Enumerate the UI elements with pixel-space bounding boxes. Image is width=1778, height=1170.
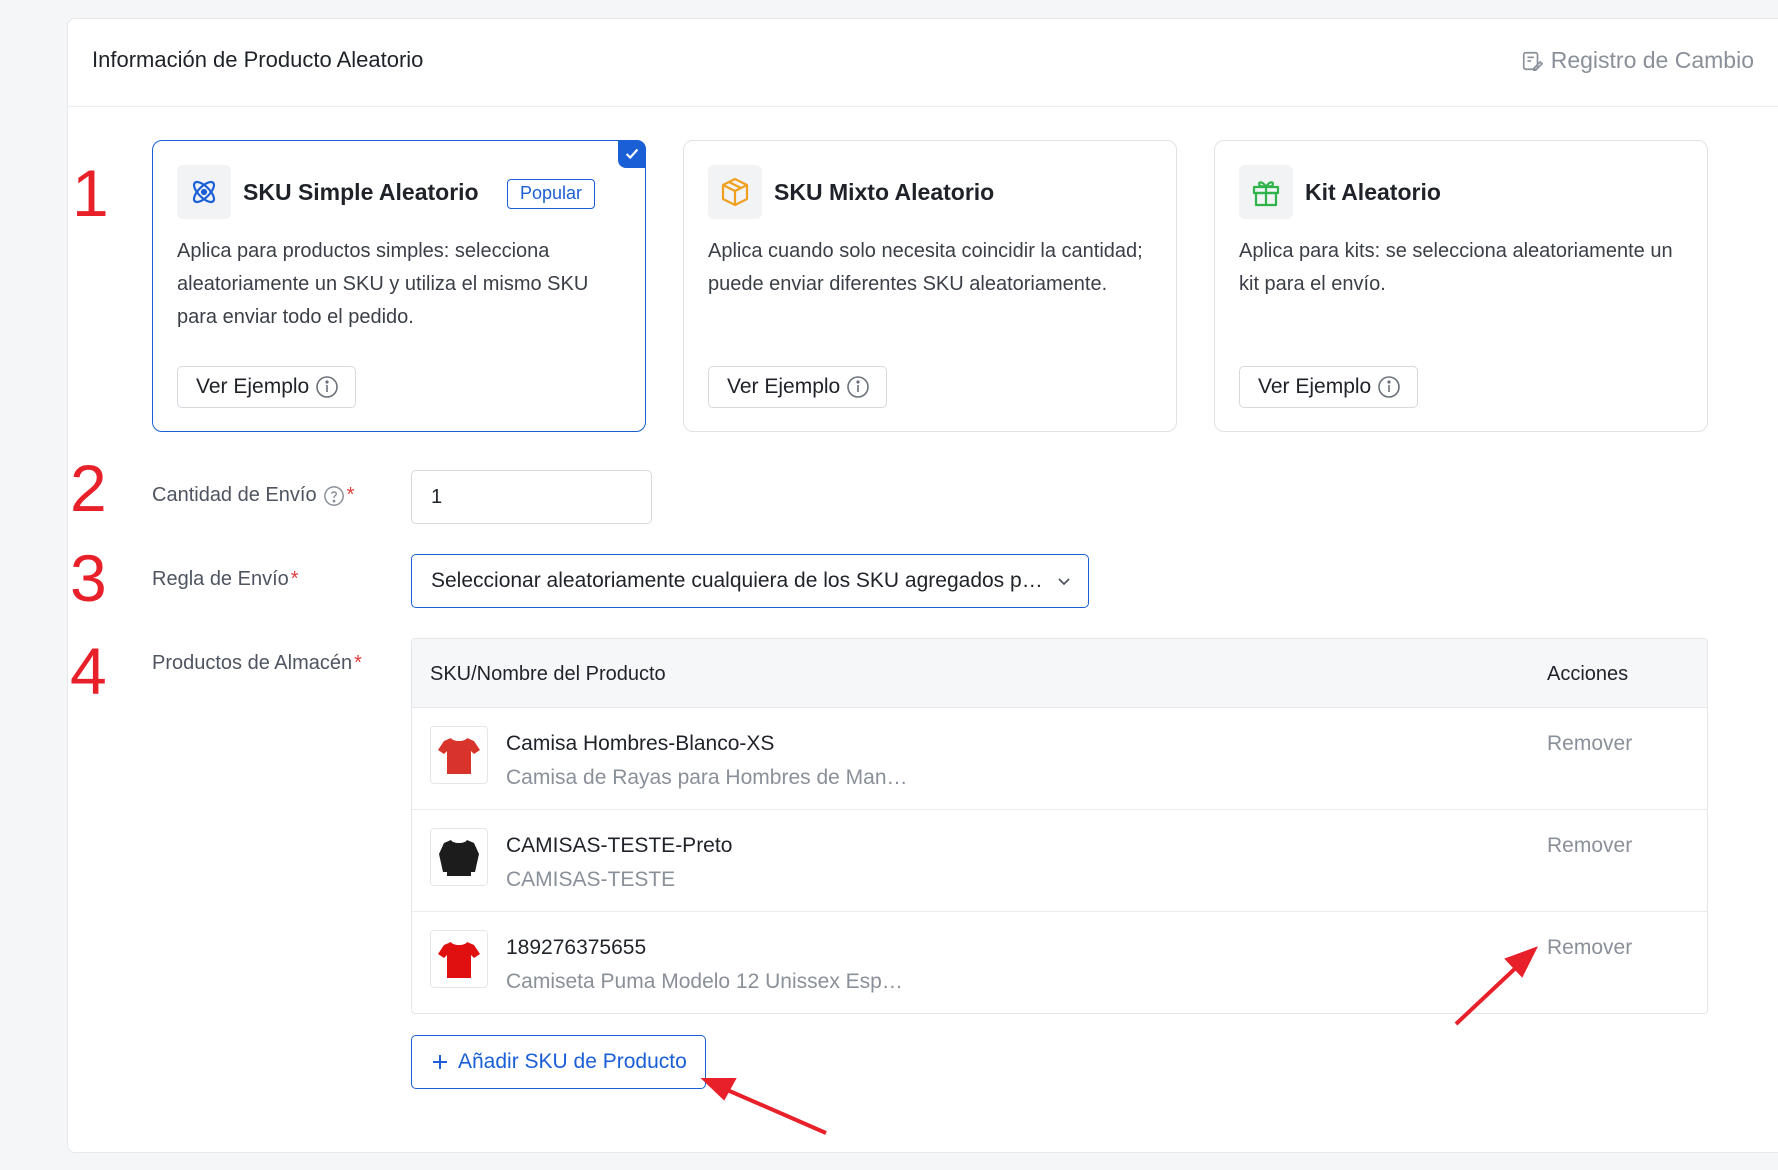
tshirt-icon bbox=[438, 738, 480, 774]
atom-icon bbox=[177, 165, 231, 219]
view-example-button[interactable]: Ver Ejemplo bbox=[708, 366, 888, 408]
product-subtitle: Camiseta Puma Modelo 12 Unissex Esp… bbox=[506, 970, 903, 993]
products-label-text: Productos de Almacén bbox=[152, 652, 353, 674]
changelog-link[interactable]: Registro de Cambio bbox=[1521, 47, 1754, 74]
card-description: Aplica cuando solo necesita coincidir la… bbox=[708, 240, 1143, 295]
tshirt-icon bbox=[438, 942, 480, 978]
quantity-label: Cantidad de Envío * bbox=[152, 484, 354, 507]
view-example-label: Ver Ejemplo bbox=[727, 375, 841, 398]
product-name: CAMISAS-TESTE-Preto bbox=[506, 834, 733, 857]
card-kit[interactable]: Kit Aleatorio Aplica para kits: se selec… bbox=[1214, 140, 1708, 432]
product-subtitle: CAMISAS-TESTE bbox=[506, 868, 676, 891]
shipping-rule-select[interactable]: Seleccionar aleatoriamente cualquiera de… bbox=[411, 554, 1089, 608]
view-example-label: Ver Ejemplo bbox=[1258, 375, 1372, 398]
info-icon bbox=[1378, 376, 1401, 398]
add-product-sku-button[interactable]: Añadir SKU de Producto bbox=[411, 1035, 706, 1089]
plus-icon bbox=[433, 1055, 447, 1069]
box-icon bbox=[708, 165, 762, 219]
products-table: SKU/Nombre del Producto Acciones Camisa … bbox=[411, 638, 1708, 1014]
card-sku-mixed[interactable]: SKU Mixto Aleatorio Aplica cuando solo n… bbox=[683, 140, 1177, 432]
table-row: Camisa Hombres-Blanco-XS Camisa de Rayas… bbox=[412, 708, 1707, 810]
card-sku-simple[interactable]: SKU Simple Aleatorio Popular Aplica para… bbox=[152, 140, 646, 432]
remove-button[interactable]: Remover bbox=[1547, 936, 1632, 960]
required-mark: * bbox=[346, 484, 355, 506]
panel-header: Información de Producto Aleatorio Regist… bbox=[68, 19, 1778, 107]
product-thumbnail bbox=[430, 930, 488, 988]
step-number-2: 2 bbox=[70, 451, 107, 525]
card-description: Aplica para kits: se selecciona aleatori… bbox=[1239, 240, 1673, 295]
changelog-label: Registro de Cambio bbox=[1550, 47, 1754, 73]
remove-button[interactable]: Remover bbox=[1547, 834, 1632, 858]
card-title: Kit Aleatorio bbox=[1305, 179, 1441, 205]
required-mark: * bbox=[354, 652, 362, 674]
chevron-down-icon bbox=[1058, 578, 1070, 586]
view-example-label: Ver Ejemplo bbox=[196, 375, 310, 398]
info-icon bbox=[316, 376, 339, 398]
table-row: CAMISAS-TESTE-Preto CAMISAS-TESTE Remove… bbox=[412, 810, 1707, 912]
rule-label-text: Regla de Envío bbox=[152, 568, 289, 590]
quantity-input[interactable]: 1 bbox=[411, 470, 652, 524]
tshirt-icon bbox=[439, 840, 479, 876]
popular-badge: Popular bbox=[507, 179, 596, 209]
card-description: Aplica para productos simples: seleccion… bbox=[177, 240, 589, 328]
gift-icon bbox=[1239, 165, 1293, 219]
product-subtitle: Camisa de Rayas para Hombres de Man… bbox=[506, 766, 908, 789]
info-icon bbox=[847, 376, 870, 398]
product-name: Camisa Hombres-Blanco-XS bbox=[506, 732, 775, 755]
remove-button[interactable]: Remover bbox=[1547, 732, 1632, 756]
quantity-label-text: Cantidad de Envío bbox=[152, 484, 317, 506]
view-example-button[interactable]: Ver Ejemplo bbox=[1239, 366, 1419, 408]
required-mark: * bbox=[290, 568, 299, 590]
add-product-sku-label: Añadir SKU de Producto bbox=[458, 1050, 687, 1073]
product-thumbnail bbox=[430, 726, 488, 784]
products-label: Productos de Almacén * bbox=[152, 652, 362, 675]
table-header: SKU/Nombre del Producto Acciones bbox=[412, 639, 1707, 708]
step-number-4: 4 bbox=[70, 634, 107, 708]
panel-title: Información de Producto Aleatorio bbox=[92, 47, 424, 72]
column-header-sku: SKU/Nombre del Producto bbox=[430, 663, 666, 685]
table-row: 189276375655 Camiseta Puma Modelo 12 Uni… bbox=[412, 912, 1707, 1013]
rule-label: Regla de Envío * bbox=[152, 568, 299, 591]
shipping-rule-value: Seleccionar aleatoriamente cualquiera de… bbox=[431, 569, 1044, 592]
selected-check-icon bbox=[618, 140, 646, 168]
help-icon[interactable] bbox=[323, 485, 345, 507]
card-title: SKU Simple Aleatorio bbox=[243, 179, 479, 205]
column-header-actions: Acciones bbox=[1547, 663, 1629, 685]
view-example-button[interactable]: Ver Ejemplo bbox=[177, 366, 357, 408]
step-number-3: 3 bbox=[70, 541, 107, 615]
card-title: SKU Mixto Aleatorio bbox=[774, 179, 995, 205]
changelog-icon bbox=[1522, 51, 1543, 71]
product-thumbnail bbox=[430, 828, 488, 886]
step-number-1: 1 bbox=[72, 156, 109, 230]
product-name: 189276375655 bbox=[506, 936, 647, 959]
